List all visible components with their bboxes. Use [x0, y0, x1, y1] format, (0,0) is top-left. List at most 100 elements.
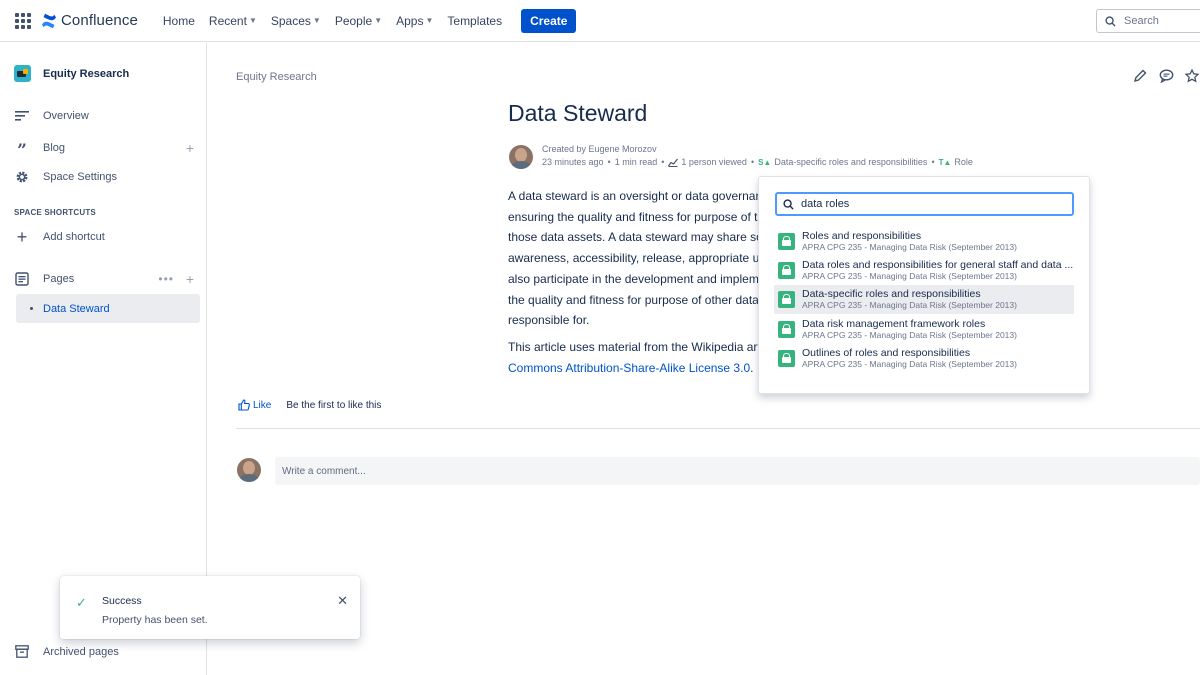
checkmark-icon: ✓	[76, 595, 87, 610]
archive-icon	[14, 645, 30, 658]
nav-home[interactable]: Home	[156, 6, 202, 36]
page-tree-item-current[interactable]: Data Steward	[16, 294, 200, 323]
nav-apps[interactable]: Apps ▼	[389, 6, 440, 36]
sidebar-item-label: Archived pages	[43, 645, 119, 658]
quote-icon: ”	[17, 141, 27, 161]
separator-dot: •	[607, 157, 611, 167]
author-avatar[interactable]	[509, 145, 533, 169]
add-page-icon[interactable]: +	[186, 271, 194, 287]
confluence-logo[interactable]: Confluence	[41, 12, 138, 29]
nav-recent[interactable]: Recent ▼	[202, 6, 264, 36]
thumbs-up-icon	[238, 399, 250, 411]
chevron-down-icon: ▼	[425, 16, 434, 25]
comment-placeholder: Write a comment...	[282, 465, 366, 477]
app-switcher-icon[interactable]	[15, 12, 31, 29]
attribution-end: .	[750, 360, 754, 375]
page-actions	[1132, 68, 1200, 84]
result-subtitle: APRA CPG 235 - Managing Data Risk (Septe…	[802, 270, 1017, 281]
search-result[interactable]: Roles and responsibilities APRA CPG 235 …	[774, 227, 1074, 256]
close-icon[interactable]: ✕	[337, 593, 348, 609]
popup-search-query: data roles	[801, 198, 850, 210]
chevron-down-icon: ▼	[312, 16, 321, 25]
views-count: 1 person viewed	[681, 157, 747, 167]
license-link[interactable]: Commons Attribution-Share-Alike License …	[508, 361, 750, 375]
body-line: ensuring the quality and fitness for pur…	[508, 209, 758, 224]
space-name: Equity Research	[43, 67, 130, 80]
breadcrumb[interactable]: Equity Research	[236, 71, 317, 83]
bullet-icon	[30, 307, 33, 310]
nav-templates-label: Templates	[447, 13, 503, 28]
create-button[interactable]: Create	[521, 8, 577, 33]
more-options-icon[interactable]: •••	[158, 272, 174, 286]
result-title: Data risk management framework roles	[802, 318, 986, 330]
comment-input[interactable]: Write a comment...	[275, 457, 1200, 485]
add-blog-icon[interactable]: +	[186, 140, 194, 156]
like-row: Like Be the first to like this	[238, 399, 381, 411]
top-navigation: Confluence Home Recent ▼ Spaces ▼ People ▼ …	[0, 0, 1200, 42]
sidebar-item-label: Overview	[43, 110, 89, 122]
edit-icon[interactable]	[1132, 68, 1148, 84]
page-title: Data Steward	[508, 100, 648, 126]
page-analytics[interactable]: 1 person viewed	[668, 156, 747, 169]
restricted-page-icon	[778, 262, 795, 279]
result-subtitle: APRA CPG 235 - Managing Data Risk (Septe…	[802, 358, 1017, 369]
sidebar-item-label: Blog	[43, 142, 66, 154]
gear-icon	[14, 170, 30, 184]
comment-icon[interactable]	[1158, 68, 1174, 84]
result-title: Data roles and responsibilities for gene…	[802, 259, 1074, 271]
search-result[interactable]: Data risk management framework roles APR…	[774, 315, 1074, 344]
search-result[interactable]: Outlines of roles and responsibilities A…	[774, 344, 1074, 373]
add-shortcut-button[interactable]: + Add shortcut	[14, 228, 194, 246]
body-line: those data assets. A data steward may sh…	[508, 230, 767, 245]
property-tag-icon: T▲	[938, 158, 952, 167]
search-result-active[interactable]: Data-specific roles and responsibilities…	[774, 285, 1074, 314]
like-message: Be the first to like this	[286, 399, 382, 411]
overview-icon	[14, 110, 30, 122]
body-line: A data steward is an oversight or data g…	[508, 189, 763, 203]
result-title: Roles and responsibilities	[802, 230, 922, 242]
search-icon	[1105, 15, 1116, 27]
property-tag-icon: S▲	[758, 158, 772, 167]
space-shortcuts-heading: SPACE SHORTCUTS	[14, 208, 96, 217]
nav-spaces[interactable]: Spaces ▼	[264, 6, 328, 36]
sidebar-item-overview[interactable]: Overview	[14, 110, 194, 122]
sidebar-item-pages[interactable]: Pages ••• +	[14, 271, 194, 287]
sidebar-item-blog[interactable]: ” Blog +	[14, 140, 194, 161]
nav-templates[interactable]: Templates	[440, 6, 509, 36]
like-label: Like	[253, 399, 272, 411]
page-property-2[interactable]: T▲ Role	[939, 156, 973, 169]
toast-title: Success	[102, 595, 142, 607]
created-by[interactable]: Created by Eugene Morozov	[542, 143, 973, 156]
search-input[interactable]: Search	[1096, 9, 1200, 33]
page-tree-label: Data Steward	[43, 302, 110, 315]
nav-people-label: People	[334, 13, 373, 28]
star-icon[interactable]	[1184, 68, 1200, 84]
body-line: also participate in the development and …	[508, 271, 759, 286]
page-property-1[interactable]: S▲ Data-specific roles and responsibilit…	[758, 156, 927, 169]
body-line: responsible for.	[508, 313, 590, 328]
property-1-value: Data-specific roles and responsibilities	[774, 157, 928, 167]
popup-search-input[interactable]: data roles	[775, 192, 1074, 216]
chevron-down-icon: ▼	[248, 16, 257, 25]
separator-dot: •	[661, 157, 665, 167]
result-subtitle: APRA CPG 235 - Managing Data Risk (Septe…	[802, 329, 1017, 340]
like-button[interactable]: Like	[238, 399, 271, 411]
success-toast: ✓ Success Property has been set. ✕	[60, 576, 360, 639]
attribution-line: This article uses material from the Wiki…	[508, 339, 764, 354]
space-header[interactable]: Equity Research	[14, 65, 129, 82]
restricted-page-icon	[778, 233, 795, 250]
property-2-value: Role	[954, 157, 973, 167]
body-line: the quality and fitness for purpose of o…	[508, 292, 759, 307]
search-result[interactable]: Data roles and responsibilities for gene…	[774, 256, 1074, 285]
space-avatar	[14, 65, 31, 82]
toast-message: Property has been set.	[102, 614, 208, 626]
property-search-popup: data roles Roles and responsibilities AP…	[758, 176, 1090, 394]
nav-people[interactable]: People ▼	[328, 6, 389, 36]
restricted-page-icon	[778, 350, 795, 367]
sidebar-item-archived[interactable]: Archived pages	[14, 645, 194, 658]
chevron-down-icon: ▼	[374, 16, 383, 25]
result-subtitle: APRA CPG 235 - Managing Data Risk (Septe…	[802, 241, 1017, 252]
sidebar-item-space-settings[interactable]: Space Settings	[14, 170, 194, 184]
main-nav: Home Recent ▼ Spaces ▼ People ▼ Apps ▼ Templ…	[156, 6, 577, 36]
page-body: A data steward is an oversight or data g…	[508, 186, 770, 378]
